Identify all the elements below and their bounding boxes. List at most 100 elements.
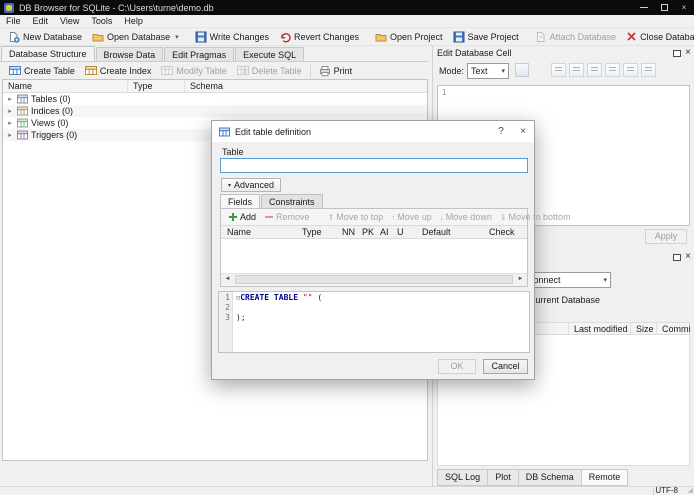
- new-database-button[interactable]: New Database: [3, 29, 87, 45]
- create-index-button[interactable]: Create Index: [80, 63, 157, 79]
- dock-tab-plot[interactable]: Plot: [487, 469, 519, 486]
- tree-column-type[interactable]: Type: [127, 80, 184, 93]
- open-database-button[interactable]: Open Database ▾: [87, 29, 184, 45]
- column-name[interactable]: Name: [227, 226, 251, 239]
- add-icon: [229, 213, 237, 221]
- tab-constraints[interactable]: Constraints: [261, 194, 323, 208]
- tab-database-structure[interactable]: Database Structure: [1, 46, 95, 61]
- combo-arrow-icon: ▾: [603, 277, 607, 284]
- revert-changes-button[interactable]: Revert Changes: [274, 29, 364, 45]
- tree-item-tables[interactable]: ▸ Tables (0): [3, 93, 427, 105]
- remove-label: Remove: [276, 212, 310, 222]
- expand-icon[interactable]: ▸: [6, 95, 14, 103]
- advanced-arrow-icon: ▾: [228, 182, 232, 189]
- open-database-label: Open Database: [107, 31, 171, 42]
- menu-tools[interactable]: Tools: [85, 15, 118, 28]
- cell-toolbar-icon[interactable]: [641, 63, 656, 77]
- create-table-label: Create Table: [24, 65, 75, 76]
- dialog-title: Edit table definition: [235, 126, 312, 137]
- delete-table-button[interactable]: Delete Table: [232, 63, 307, 79]
- edit-cell-dock-header: Edit Database Cell ×: [433, 46, 694, 60]
- dock-float-icon[interactable]: [673, 49, 682, 57]
- cell-import-icon[interactable]: [515, 63, 529, 77]
- current-database-label: Current Database: [529, 295, 601, 305]
- cell-toolbar-icon[interactable]: [605, 63, 620, 77]
- expand-icon[interactable]: ▸: [6, 107, 14, 115]
- tree-column-schema[interactable]: Schema: [184, 80, 284, 93]
- close-database-button[interactable]: Close Database: [621, 29, 694, 45]
- ok-button[interactable]: OK: [438, 359, 476, 374]
- expand-icon[interactable]: ▸: [6, 131, 14, 139]
- move-to-bottom-button[interactable]: ⇓ Move to bottom: [496, 212, 575, 222]
- mode-combobox[interactable]: Text ▾: [467, 63, 509, 79]
- dialog-help-button[interactable]: ?: [490, 121, 512, 142]
- scroll-left-icon[interactable]: ◄: [221, 274, 234, 285]
- menu-help[interactable]: Help: [118, 15, 149, 28]
- remove-field-button[interactable]: Remove: [260, 212, 314, 222]
- connect-dropdown[interactable]: Connect ▾: [523, 272, 611, 288]
- menu-file[interactable]: File: [0, 15, 27, 28]
- cell-toolbar-icon[interactable]: [587, 63, 602, 77]
- add-field-button[interactable]: Add: [224, 212, 260, 222]
- open-database-dropdown-icon[interactable]: ▾: [175, 33, 179, 41]
- create-index-label: Create Index: [99, 65, 152, 76]
- tab-browse-data[interactable]: Browse Data: [95, 47, 164, 61]
- attach-database-label: Attach Database: [549, 31, 617, 42]
- cell-toolbar-icon[interactable]: [569, 63, 584, 77]
- dock-tab-db-schema[interactable]: DB Schema: [517, 469, 582, 486]
- column-nn[interactable]: NN: [342, 226, 355, 239]
- resize-grip[interactable]: ◢: [688, 487, 693, 495]
- fields-horizontal-scrollbar[interactable]: ◄ ►: [221, 273, 527, 285]
- column-type[interactable]: Type: [302, 226, 322, 239]
- tree-column-name[interactable]: Name: [3, 80, 127, 93]
- maximize-button[interactable]: [654, 0, 674, 15]
- sql-line-numbers: 1 2 3: [219, 292, 233, 352]
- table-name-input[interactable]: [220, 158, 528, 173]
- menu-view[interactable]: View: [54, 15, 85, 28]
- modify-table-label: Modify Table: [176, 65, 227, 76]
- menu-edit[interactable]: Edit: [27, 15, 55, 28]
- minimize-button[interactable]: [634, 0, 654, 15]
- move-down-button[interactable]: ↓ Move down: [436, 212, 496, 222]
- create-table-button[interactable]: Create Table: [4, 63, 80, 79]
- edit-table-dialog: Edit table definition ? × Table ▾ Advanc…: [211, 120, 571, 380]
- print-button[interactable]: Print: [314, 63, 358, 79]
- expand-icon[interactable]: ▸: [6, 119, 14, 127]
- column-check[interactable]: Check: [489, 226, 515, 239]
- move-bottom-icon: ⇓: [499, 212, 507, 222]
- close-button[interactable]: ×: [674, 0, 694, 15]
- column-u[interactable]: U: [397, 226, 404, 239]
- scrollbar-thumb[interactable]: [235, 275, 513, 284]
- dock-float-icon[interactable]: [673, 253, 682, 261]
- save-project-button[interactable]: Save Project: [448, 29, 524, 45]
- sql-preview: 1 2 3 ⊟CREATE TABLE "" ( );: [218, 291, 530, 353]
- dock-close-icon[interactable]: ×: [685, 48, 691, 58]
- move-up-button[interactable]: ↑ Move up: [387, 212, 436, 222]
- statusbar: UTF-8 ◢: [0, 486, 694, 495]
- open-project-button[interactable]: Open Project: [370, 29, 448, 45]
- tree-header: Name Type Schema: [3, 80, 427, 93]
- tab-fields[interactable]: Fields: [220, 194, 261, 208]
- cell-toolbar-icon[interactable]: [551, 63, 566, 77]
- dock-tab-remote[interactable]: Remote: [580, 469, 629, 486]
- attach-database-button[interactable]: Attach Database: [530, 29, 622, 45]
- advanced-toggle-button[interactable]: ▾ Advanced: [221, 178, 282, 192]
- write-changes-button[interactable]: Write Changes: [190, 29, 274, 45]
- column-default[interactable]: Default: [422, 226, 451, 239]
- dialog-close-button[interactable]: ×: [512, 121, 534, 142]
- dock-close-icon[interactable]: ×: [685, 252, 691, 262]
- scroll-right-icon[interactable]: ►: [514, 274, 527, 285]
- mode-value: Text: [471, 66, 488, 76]
- modify-table-button[interactable]: Modify Table: [156, 63, 231, 79]
- cell-toolbar-icon[interactable]: [623, 63, 638, 77]
- column-pk[interactable]: PK: [362, 226, 374, 239]
- tab-execute-sql[interactable]: Execute SQL: [235, 47, 305, 61]
- move-to-top-button[interactable]: ⇑ Move to top: [324, 212, 388, 222]
- tree-item-indices[interactable]: ▸ Indices (0): [3, 105, 427, 117]
- tab-edit-pragmas[interactable]: Edit Pragmas: [164, 47, 235, 61]
- cancel-button[interactable]: Cancel: [483, 359, 528, 374]
- fields-grid-body[interactable]: [221, 239, 527, 273]
- apply-button[interactable]: Apply: [645, 229, 687, 244]
- column-ai[interactable]: AI: [380, 226, 389, 239]
- dock-tab-sql-log[interactable]: SQL Log: [437, 469, 489, 486]
